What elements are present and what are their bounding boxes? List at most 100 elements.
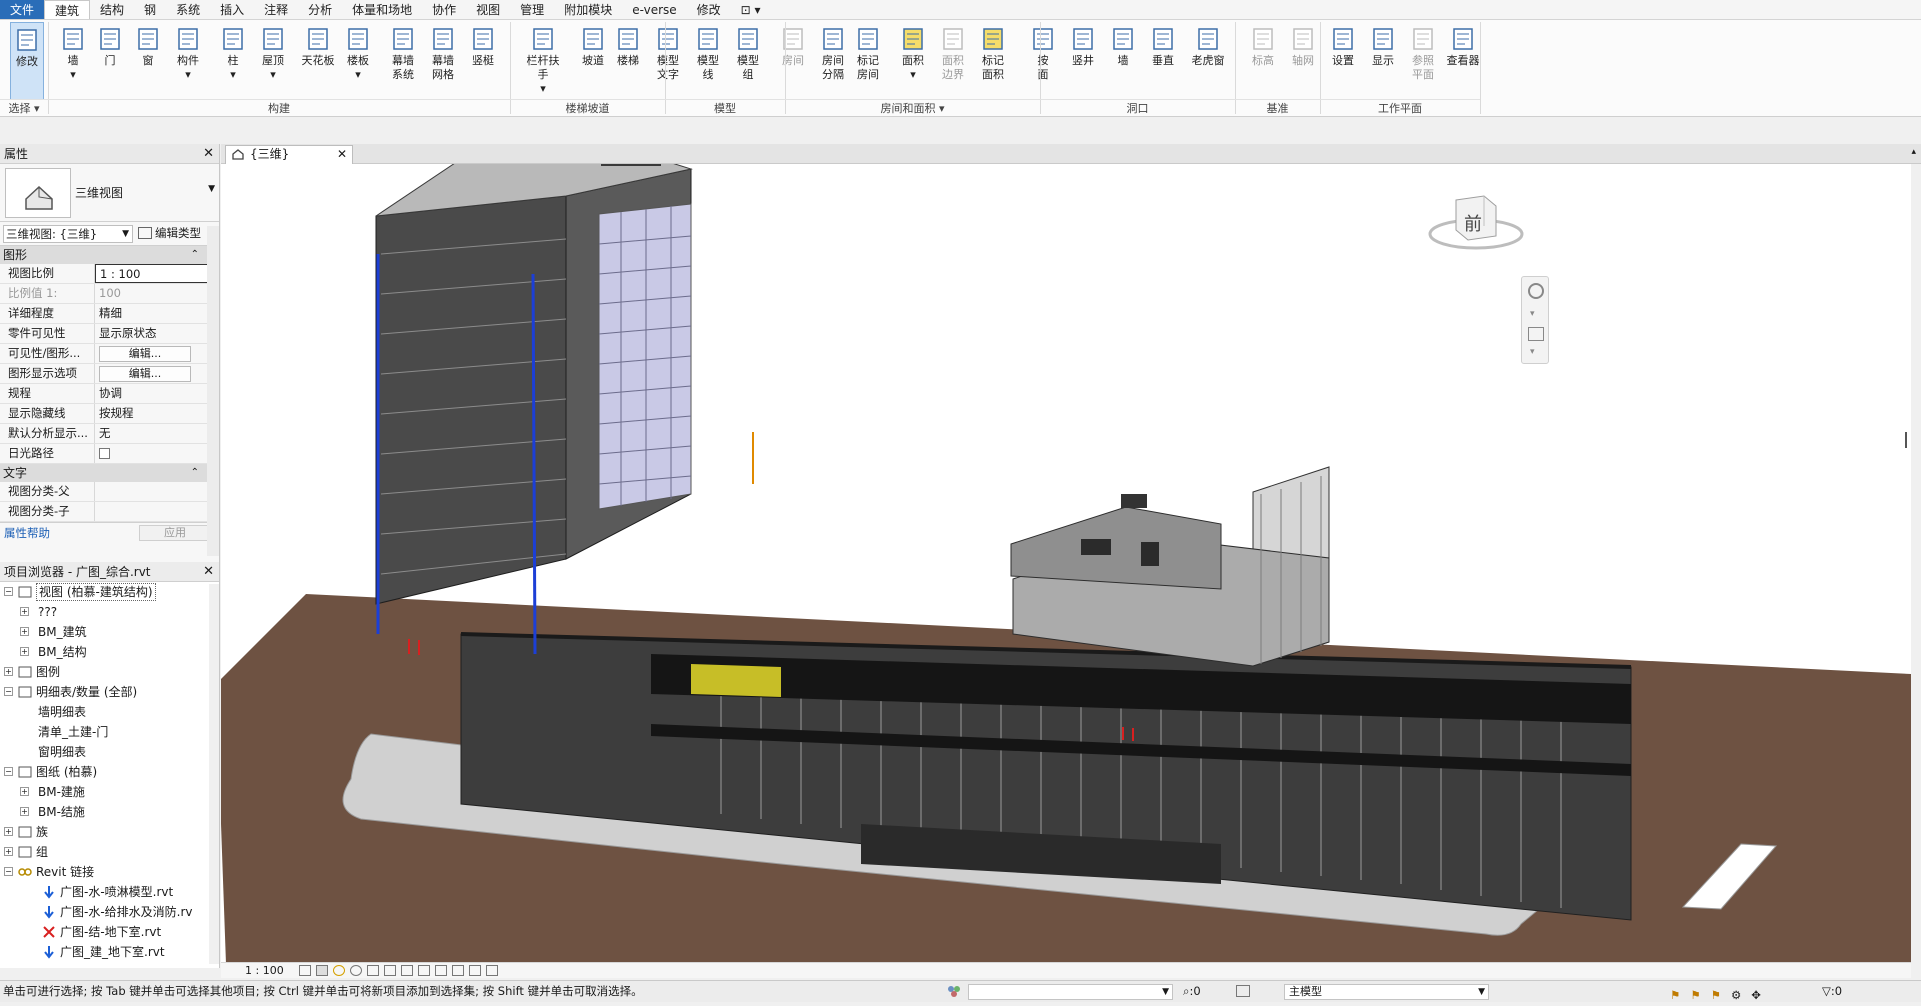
menu-tab[interactable]: 建筑 <box>44 0 91 19</box>
browser-node[interactable]: +??? <box>0 602 219 622</box>
property-row[interactable]: 可见性/图形... 编辑... <box>0 344 219 364</box>
menu-tab[interactable]: 分析 <box>298 0 342 19</box>
browser-scrollbar[interactable] <box>209 584 219 964</box>
property-row[interactable]: 默认分析显示... 无 <box>0 424 219 444</box>
tag-area-button[interactable]: 标记 面积 <box>975 22 1011 100</box>
browser-node[interactable]: + BM_建筑 <box>0 622 219 642</box>
select-links-icon[interactable]: ⚑ <box>1670 985 1680 1006</box>
property-row[interactable]: 图形显示选项 编辑... <box>0 364 219 384</box>
menu-tab[interactable]: 文件 <box>0 0 45 19</box>
floor-button[interactable]: 楼板 ▾ <box>340 22 376 100</box>
browser-node[interactable]: + 组 <box>0 842 219 862</box>
worksets-icon[interactable] <box>946 984 962 998</box>
browser-node[interactable]: + BM_结构 <box>0 642 219 662</box>
ref-plane-button[interactable]: 参照 平面 <box>1405 22 1441 100</box>
properties-help-link[interactable]: 属性帮助 <box>4 525 50 541</box>
property-value[interactable]: 编辑... <box>95 364 219 383</box>
edit-type-button[interactable]: 编辑类型 <box>138 225 201 243</box>
tag-room-button[interactable]: 标记 房间 <box>850 22 886 100</box>
shaft-button[interactable]: 竖井 <box>1065 22 1101 100</box>
browser-node[interactable]: 墙明细表 <box>0 702 219 722</box>
dormer-button[interactable]: 老虎窗 <box>1190 22 1226 100</box>
workset-dropdown[interactable]: ▼ <box>968 984 1173 1000</box>
property-row[interactable]: 显示隐藏线 按规程 <box>0 404 219 424</box>
menu-tab[interactable]: 插入 <box>210 0 254 19</box>
property-row[interactable]: 规程 协调 <box>0 384 219 404</box>
wall-button[interactable]: 墙 ▾ <box>55 22 91 100</box>
expand-icon[interactable]: + <box>20 807 29 816</box>
modify-button[interactable]: 修改 <box>10 22 44 100</box>
room-button[interactable]: 房间 <box>775 22 811 100</box>
select-pinned-icon[interactable]: ⚑ <box>1711 985 1721 1006</box>
menu-tab[interactable]: 修改 <box>687 0 731 19</box>
detail-level-icon[interactable] <box>299 965 311 976</box>
railing-button[interactable]: 栏杆扶手 ▾ <box>525 22 561 100</box>
expand-icon[interactable]: + <box>20 607 29 616</box>
menu-tab[interactable]: ⊡ ▾ <box>731 0 771 19</box>
browser-node[interactable]: 广图-水-给排水及消防.rv <box>0 902 219 922</box>
property-value[interactable] <box>95 444 219 463</box>
shadows-icon[interactable] <box>350 965 362 976</box>
reveal-hidden-icon[interactable] <box>452 965 464 976</box>
section-text[interactable]: 文字 ⌃ <box>0 464 219 482</box>
sun-path-icon[interactable] <box>333 965 345 976</box>
design-options-icon[interactable] <box>1236 985 1250 997</box>
expand-icon[interactable]: + <box>4 827 13 836</box>
roof-button[interactable]: 屋顶 ▾ <box>255 22 291 100</box>
collapse-icon[interactable]: − <box>4 587 13 596</box>
select-underlay-icon[interactable]: ⚑ <box>1690 985 1700 1006</box>
wall-opening-button[interactable]: 墙 <box>1105 22 1141 100</box>
render-icon[interactable] <box>367 965 379 976</box>
room-separator-button[interactable]: 房间 分隔 <box>815 22 851 100</box>
ribbon-group-label[interactable]: 选择 ▾ <box>0 99 48 115</box>
view-instance-selector[interactable]: 三维视图: {三维} ▼ <box>3 225 133 243</box>
property-value[interactable]: 无 <box>95 424 219 443</box>
property-row[interactable]: 零件可见性 显示原状态 <box>0 324 219 344</box>
property-value[interactable]: 精细 <box>95 304 219 323</box>
analytical-model-icon[interactable] <box>469 965 481 976</box>
collapse-icon[interactable]: − <box>4 767 13 776</box>
view-scale[interactable]: 1 : 100 <box>245 964 284 977</box>
browser-node[interactable]: 窗明细表 <box>0 742 219 762</box>
menu-tab[interactable]: 结构 <box>90 0 134 19</box>
browser-node[interactable]: 广图_建_地下室.rvt <box>0 942 219 962</box>
browser-node[interactable]: − 图纸 (柏慕) <box>0 762 219 782</box>
crop-region-icon[interactable] <box>401 965 413 976</box>
property-value[interactable]: 1 : 100 <box>95 264 219 283</box>
browser-node[interactable]: − 视图 (柏慕-建筑结构) <box>0 582 219 602</box>
sun-path-checkbox[interactable] <box>99 448 110 459</box>
menu-tab[interactable]: 协作 <box>422 0 466 19</box>
component-button[interactable]: 构件 ▾ <box>170 22 206 100</box>
browser-node[interactable]: + 族 <box>0 822 219 842</box>
edit-button[interactable]: 编辑... <box>99 366 191 382</box>
properties-scrollbar[interactable] <box>207 226 219 556</box>
property-value[interactable] <box>95 482 219 501</box>
browser-node[interactable]: 广图-水-喷淋模型.rvt <box>0 882 219 902</box>
browser-node[interactable]: + 图例 <box>0 662 219 682</box>
apply-button[interactable]: 应用 <box>139 525 211 541</box>
editable-only-filter[interactable]: ⌕:0 <box>1183 981 1201 1002</box>
property-row[interactable]: 视图分类-子 <box>0 502 219 522</box>
curtain-grid-button[interactable]: 幕墙 网格 <box>425 22 461 100</box>
browser-node[interactable]: + BM-建施 <box>0 782 219 802</box>
drag-elements-icon[interactable]: ✥ <box>1751 985 1761 1006</box>
menu-tab[interactable]: 钢 <box>134 0 166 19</box>
browser-node[interactable]: 广图-结-地下室.rvt <box>0 922 219 942</box>
property-value[interactable]: 协调 <box>95 384 219 403</box>
property-row[interactable]: 比例值 1: 100 <box>0 284 219 304</box>
collapse-icon[interactable]: − <box>4 867 13 876</box>
area-boundary-button[interactable]: 面积 边界 <box>935 22 971 100</box>
close-icon[interactable]: ✕ <box>337 146 347 163</box>
chevron-down-icon[interactable]: ▾ <box>1530 309 1535 319</box>
curtain-system-button[interactable]: 幕墙 系统 <box>385 22 421 100</box>
menu-tab[interactable]: 视图 <box>466 0 510 19</box>
property-row[interactable]: 详细程度 精细 <box>0 304 219 324</box>
collapse-icon[interactable]: ⌃ <box>191 246 199 264</box>
ramp-button[interactable]: 坡道 <box>575 22 611 100</box>
chevron-down-icon[interactable]: ▼ <box>208 184 215 194</box>
edit-button[interactable]: 编辑... <box>99 346 191 362</box>
tab-list-icon[interactable]: ▴ <box>1911 147 1916 157</box>
by-face-button[interactable]: 按面 <box>1025 22 1061 100</box>
property-value[interactable]: 显示原状态 <box>95 324 219 343</box>
browser-node[interactable]: 清单_土建-门 <box>0 722 219 742</box>
